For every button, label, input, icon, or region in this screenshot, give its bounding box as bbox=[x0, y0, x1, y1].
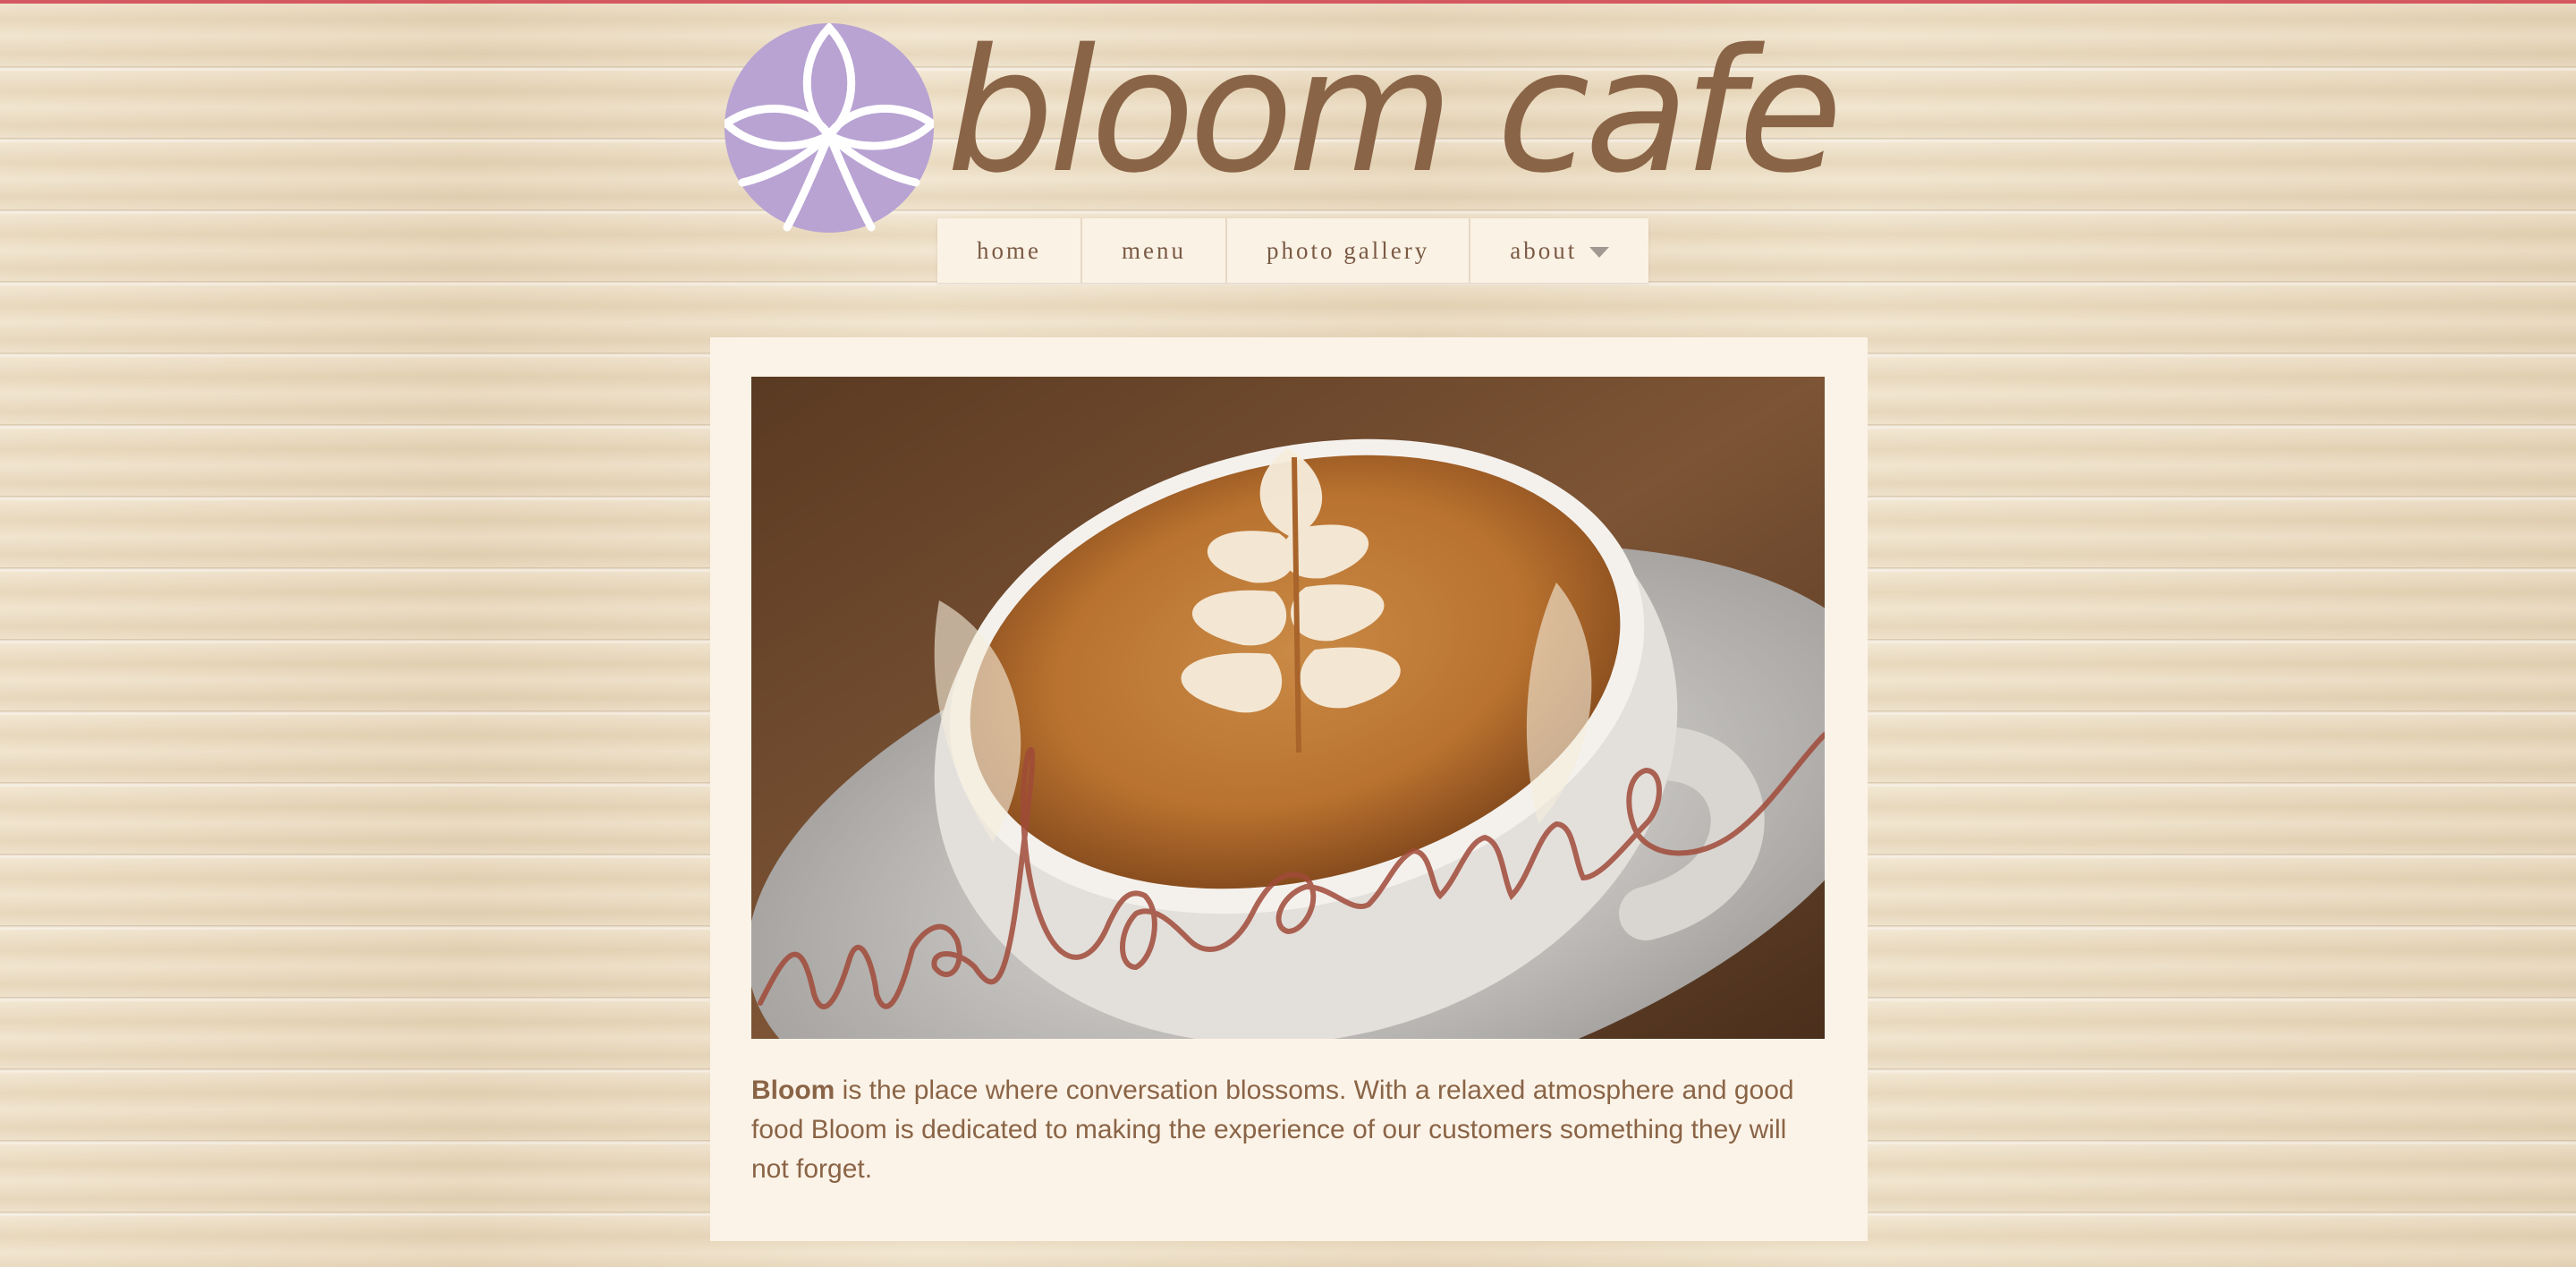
site-title[interactable]: bloom cafe bbox=[946, 18, 1843, 206]
chevron-down-icon[interactable] bbox=[1589, 247, 1610, 258]
main-navigation: home menu photo gallery about bbox=[937, 218, 1649, 283]
nav-item-label: about bbox=[1510, 237, 1578, 264]
nav-item-label: photo gallery bbox=[1267, 237, 1430, 264]
lotus-flower-icon[interactable] bbox=[720, 21, 938, 233]
top-accent-border bbox=[0, 0, 2576, 4]
nav-item-home[interactable]: home bbox=[937, 218, 1082, 283]
content-panel: Bloom is the place where conversation bl… bbox=[710, 337, 1868, 1241]
hero-image bbox=[751, 377, 1825, 1039]
nav-item-menu[interactable]: menu bbox=[1082, 218, 1227, 283]
nav-item-photo-gallery[interactable]: photo gallery bbox=[1227, 218, 1471, 283]
intro-bold-brand: Bloom bbox=[751, 1076, 835, 1105]
nav-item-about[interactable]: about bbox=[1470, 218, 1648, 283]
intro-paragraph: Bloom is the place where conversation bl… bbox=[751, 1071, 1830, 1189]
intro-text: is the place where conversation blossoms… bbox=[751, 1076, 1794, 1184]
nav-item-label: menu bbox=[1122, 237, 1186, 264]
nav-item-label: home bbox=[977, 237, 1041, 264]
